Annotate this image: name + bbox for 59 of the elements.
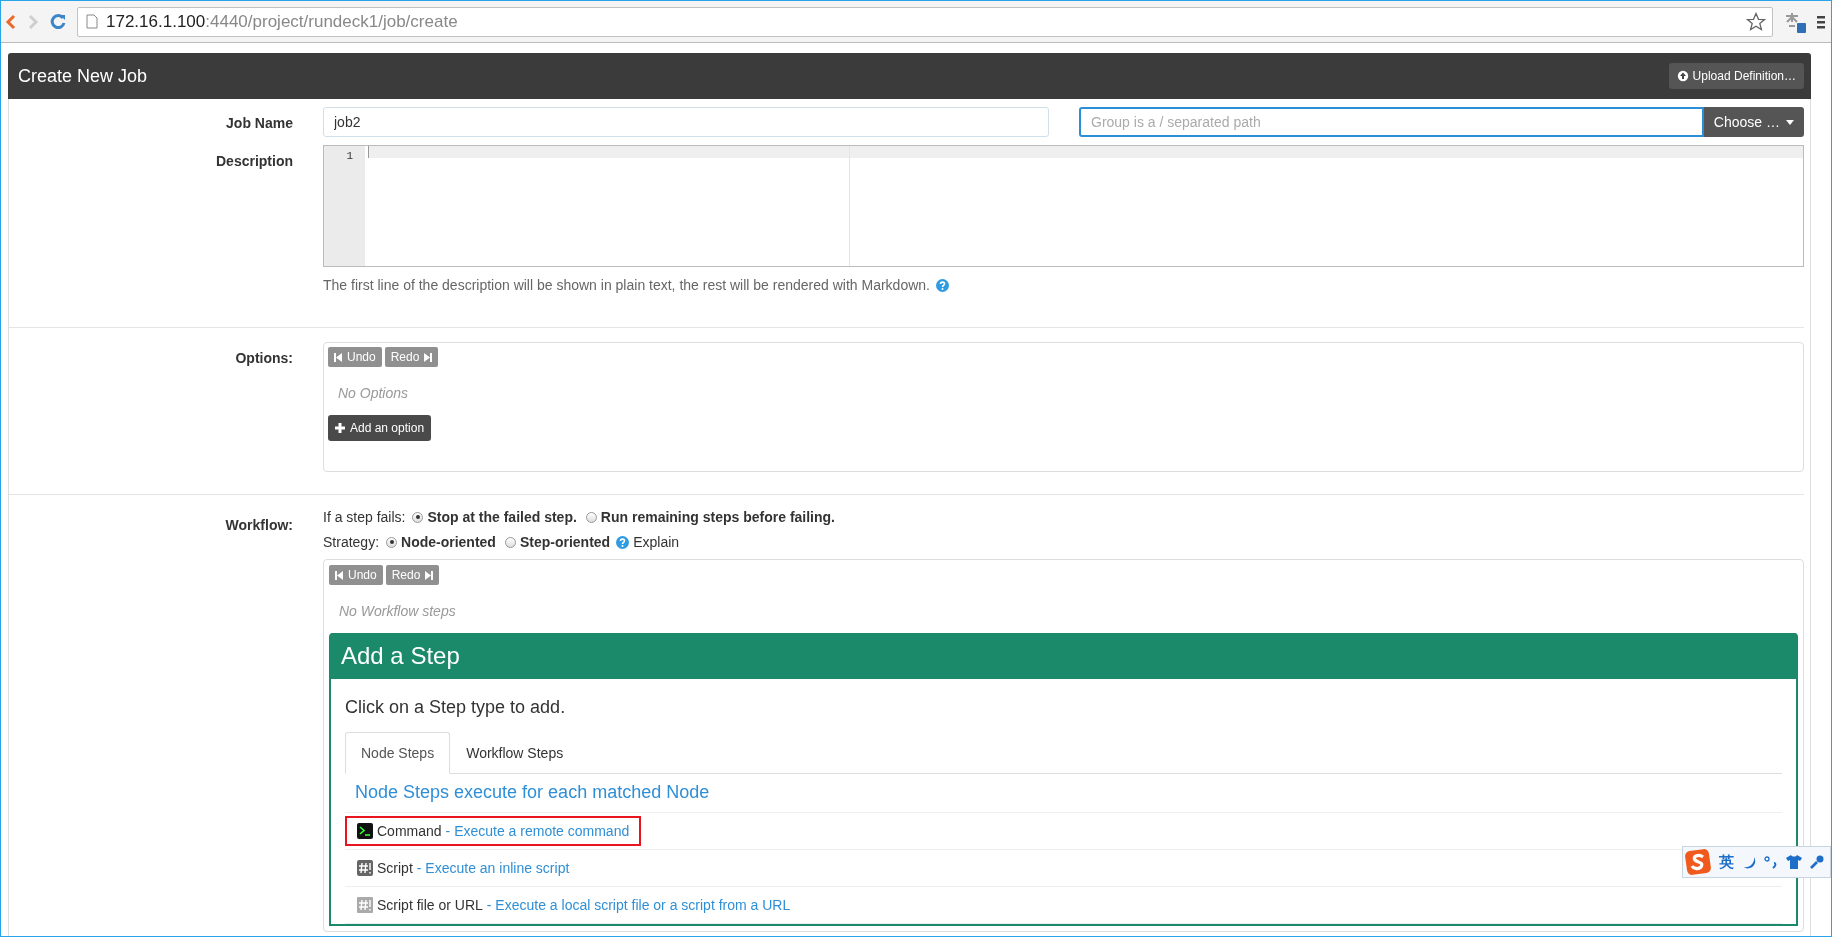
add-step-title: Add a Step [341,642,460,669]
page-title: Create New Job [18,65,148,87]
terminal-icon [357,823,373,839]
skip-back-icon [335,570,343,580]
radio-label: Run remaining steps before failing. [600,509,835,525]
s-logo-icon [1685,849,1711,875]
add-option-button[interactable]: Add an option [328,415,432,441]
on-fail-label: If a step fails: [323,509,406,525]
radio-button[interactable] [504,536,516,548]
url-text: 172.16.1.100:4440/project/rundeck1/job/create [106,11,459,32]
skip-forward-icon [425,570,434,580]
skip-forward-icon [424,352,433,362]
explain-link[interactable]: Explain [633,534,680,550]
menu-icon[interactable] [1817,13,1825,30]
group-field[interactable]: Group is a / separated path [1079,107,1704,137]
radio-label: Stop at the failed step. [427,509,577,525]
options-label: Options: [234,349,293,368]
step-type-item[interactable]: Script file or URL - Execute a local script file or a script from a URL [345,890,803,920]
help-icon[interactable] [616,535,630,549]
description-help-text: The first line of the description will be shown in plain text, the rest will be rendered with Markdown. [323,277,930,293]
line-number: 1 [346,150,353,162]
script-icon [357,860,373,876]
address-bar[interactable]: 172.16.1.100:4440/project/rundeck1/job/create [77,6,1773,37]
workflow-label: Workflow: [224,516,293,535]
moon-icon[interactable] [1742,855,1756,869]
radio-button[interactable] [585,511,597,523]
caret-icon [1786,119,1794,125]
back-icon[interactable] [5,13,17,30]
reload-icon[interactable] [49,12,67,31]
step-tab[interactable]: Workflow Steps [450,732,580,774]
upload-icon [1676,70,1689,82]
node-steps-heading: Node Steps execute for each matched Node [345,774,1782,813]
radio-button[interactable] [412,511,424,523]
choose-button[interactable]: Choose … [1703,107,1804,137]
empty-options-text: No Options [337,384,410,403]
script-file-icon [357,897,373,913]
description-editor[interactable]: 1 [323,145,1804,267]
empty-workflow-text: No Workflow steps [338,602,457,621]
page-icon [86,14,98,29]
step-tab[interactable]: Node Steps [345,732,451,774]
shirt-icon[interactable] [1786,855,1802,869]
help-icon[interactable] [935,278,949,292]
add-step-prompt: Click on a Step type to add. [345,697,567,718]
upload-definition-button[interactable]: Upload Definition… [1668,63,1804,89]
step-type-item[interactable]: Command - Execute a remote command [345,816,642,846]
punctuation-icon[interactable] [1764,855,1778,869]
description-label: Description [215,152,293,171]
plus-icon [335,423,345,433]
star-icon[interactable] [1746,11,1766,32]
radio-label: Step-oriented [519,534,611,550]
step-type-item[interactable]: Script - Execute an inline script [345,853,582,883]
wrench-icon[interactable] [1810,855,1824,869]
radio-label: Node-oriented [401,534,496,550]
radio-button[interactable] [386,536,398,548]
skip-back-icon [334,352,342,362]
job-name-label: Job Name [225,114,293,133]
strategy-label: Strategy: [323,534,380,550]
language-indicator[interactable]: 英 [1719,852,1734,872]
job-name-field[interactable]: job2 [323,107,1049,137]
